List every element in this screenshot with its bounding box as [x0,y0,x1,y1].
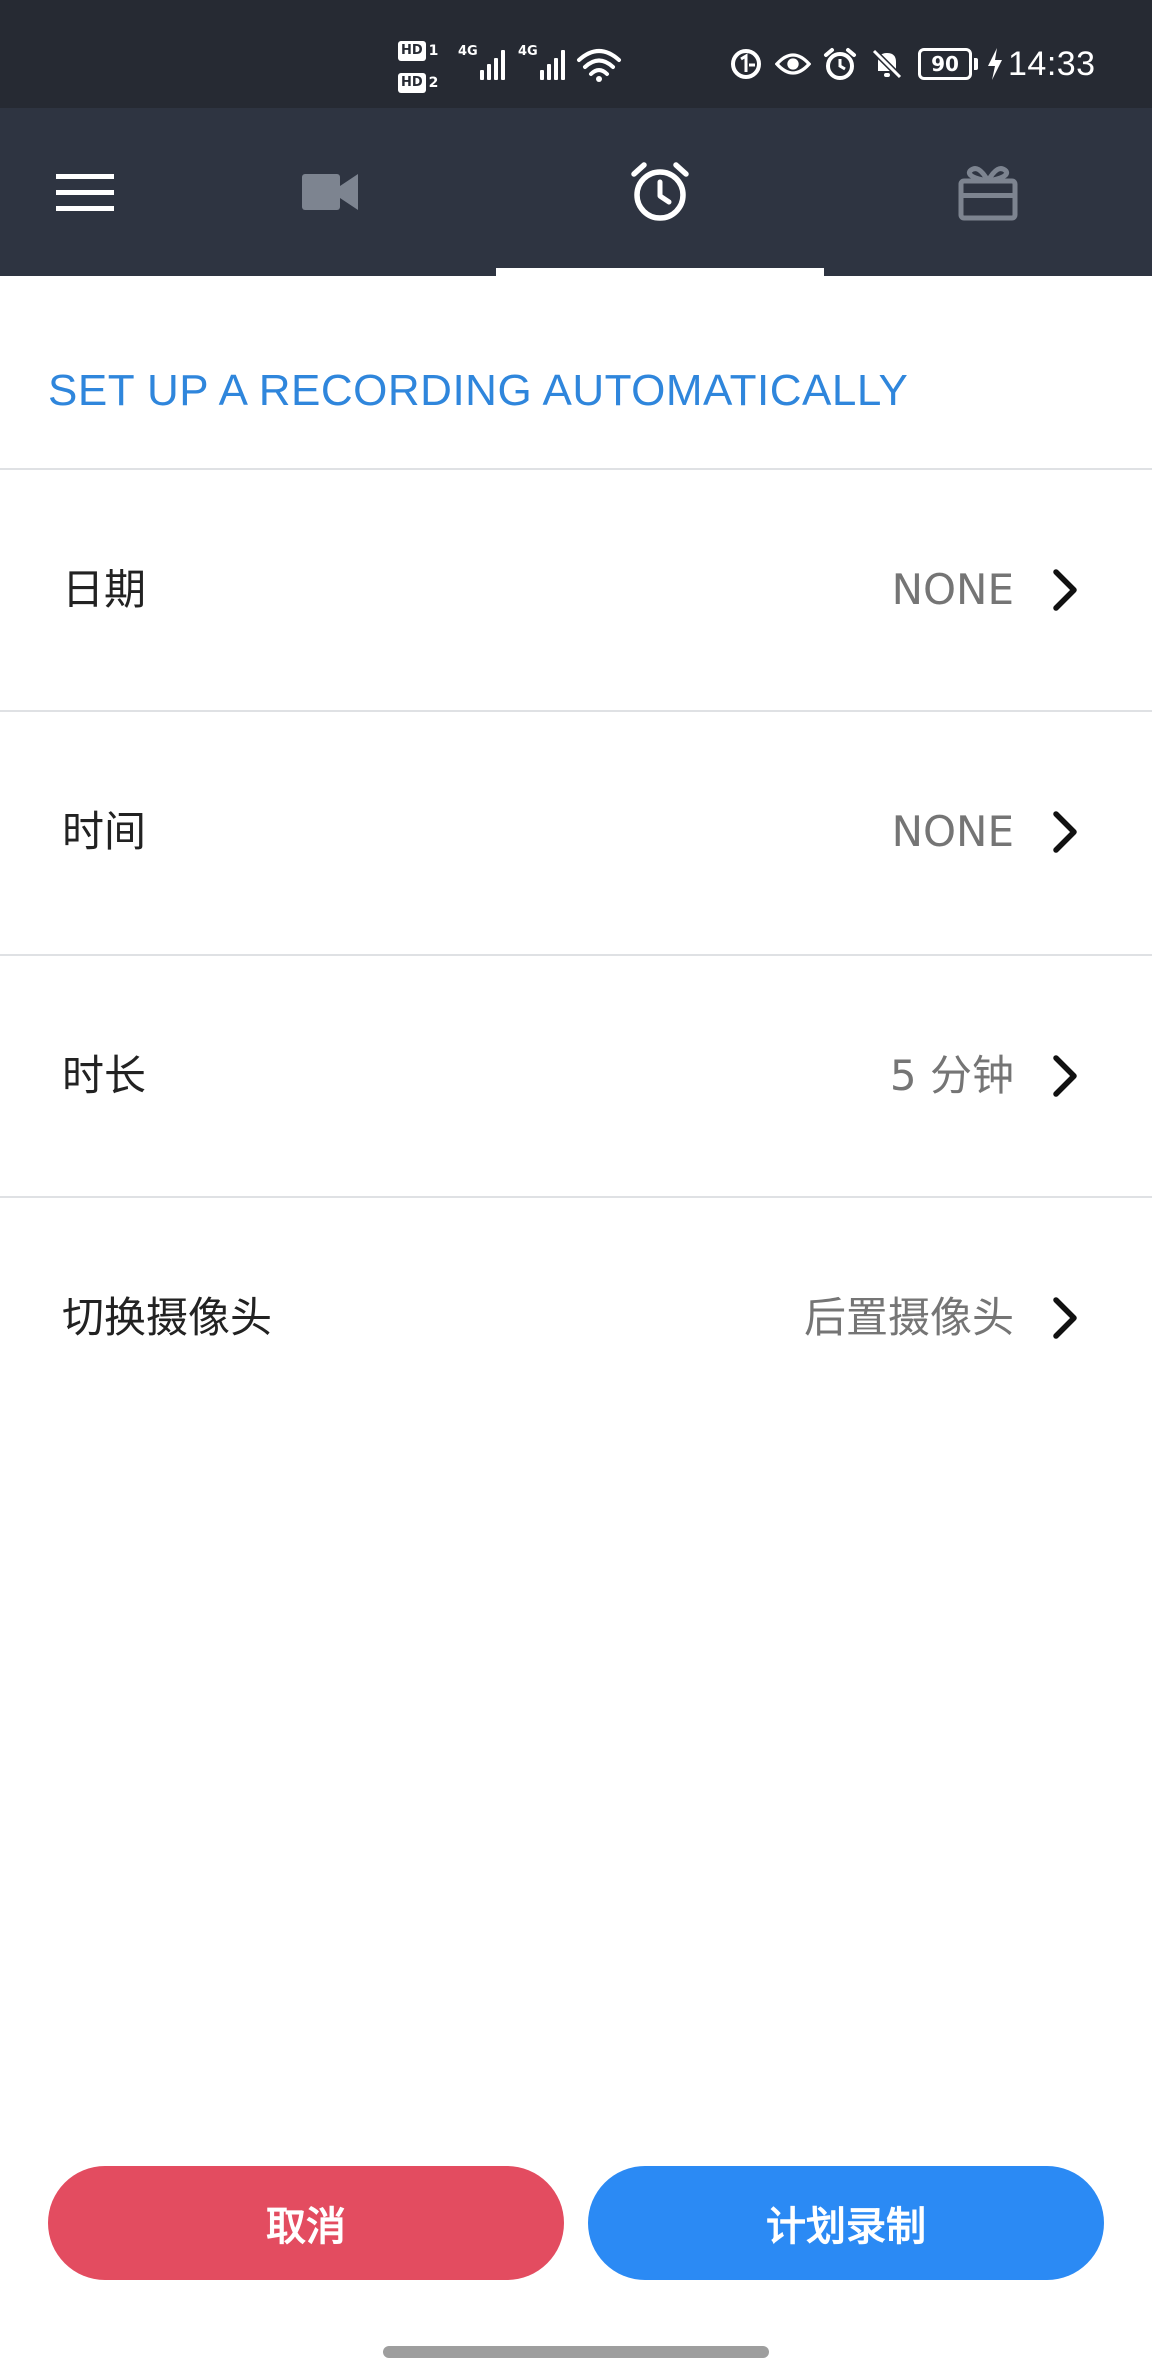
signal-icon: 4G [518,44,568,80]
setting-row-date[interactable]: 日期 NONE [0,470,1152,710]
setting-row-time[interactable]: 时间 NONE [0,712,1152,952]
schedule-recording-button[interactable]: 计划录制 [588,2166,1104,2280]
menu-button[interactable] [30,108,140,276]
battery-icon: 90 [918,48,978,80]
signal-icon: 4G [458,44,508,80]
row-label: 切换摄像头 [62,1293,273,1342]
row-label: 日期 [62,565,147,614]
charging-icon [988,48,1002,80]
section-title: SET UP A RECORDING AUTOMATICALLY [48,366,909,415]
sim-indicators: HD 1 HD 2 [398,38,450,96]
row-value: 5 分钟 [889,1051,1014,1100]
tab-schedule[interactable] [495,108,825,276]
tab-gift[interactable] [825,108,1150,276]
setting-row-duration[interactable]: 时长 5 分钟 [0,956,1152,1196]
cancel-button[interactable]: 取消 [48,2166,564,2280]
alarm-icon [822,46,858,82]
status-bar: HD 1 HD 2 4G 4G 90 14:33 [0,0,1152,108]
row-value: 后置摄像头 [803,1293,1014,1342]
chevron-right-icon [1053,1297,1077,1339]
tab-video[interactable] [165,108,495,276]
home-indicator[interactable] [383,2346,769,2358]
sim2-number: 2 [428,75,439,91]
chevron-right-icon [1053,811,1077,853]
row-value: NONE [891,807,1014,856]
setting-row-camera[interactable]: 切换摄像头 后置摄像头 [0,1198,1152,1438]
active-tab-indicator [496,268,824,276]
data-saver-icon [728,46,764,82]
menu-icon [56,174,114,211]
alarm-clock-icon [631,162,689,221]
row-value: NONE [891,565,1014,614]
eye-comfort-icon [775,46,811,82]
video-camera-icon [302,174,358,210]
hd-sim-icon: HD [398,73,426,93]
chevron-right-icon [1053,569,1077,611]
top-tab-bar [0,108,1152,276]
chevron-right-icon [1053,1055,1077,1097]
hd-sim-icon: HD [398,41,426,61]
mute-icon [869,46,905,82]
gift-icon [958,166,1017,221]
sim1-number: 1 [428,43,439,59]
wifi-icon [577,49,621,82]
row-label: 时长 [62,1051,147,1100]
row-label: 时间 [62,807,147,856]
clock-time: 14:33 [1008,44,1096,83]
